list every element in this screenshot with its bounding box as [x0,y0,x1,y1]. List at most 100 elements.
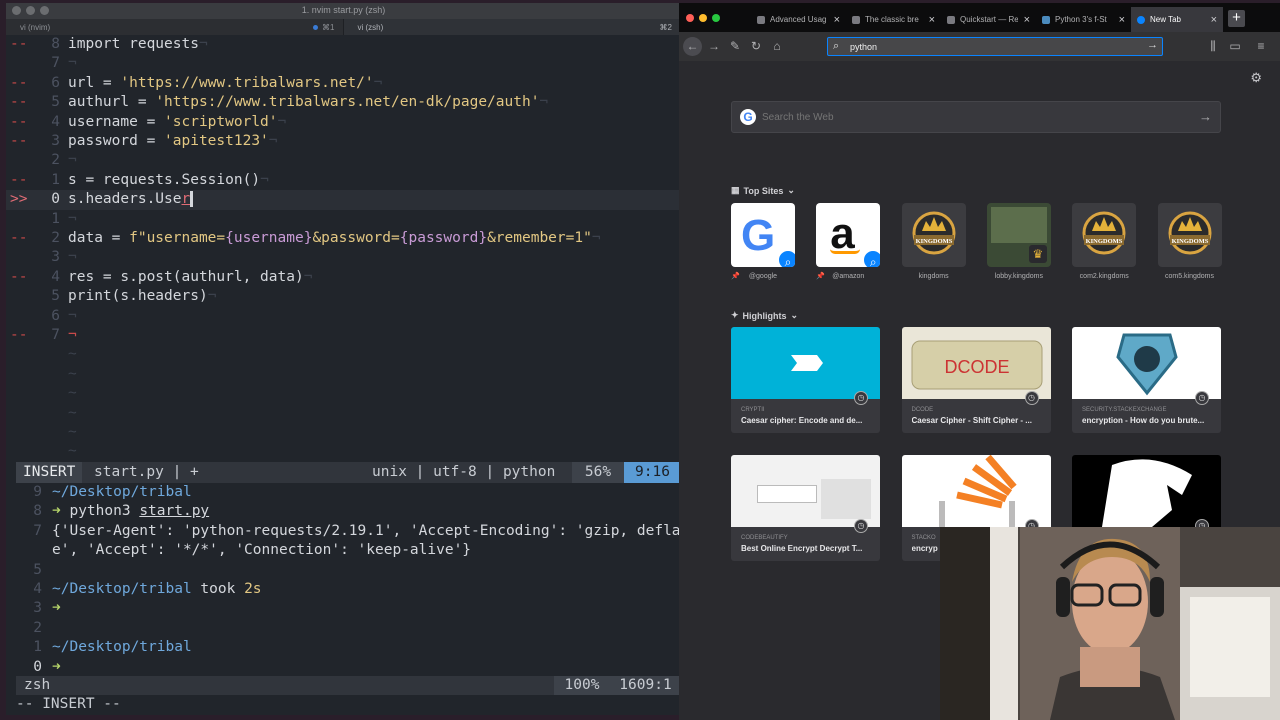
highlight-card[interactable]: ◷ CRYPTII Caesar cipher: Encode and de... [731,327,880,433]
editor-line[interactable]: ~ [6,345,681,364]
close-window-button[interactable] [686,14,694,22]
shell-text: ~/Desktop/tribal [52,639,192,656]
minimize-window-button[interactable] [699,14,707,22]
browser-tab-active[interactable]: New Tab × [1131,7,1223,32]
address-bar[interactable]: ⌕ → [827,37,1163,56]
hamburger-menu-icon[interactable]: ≡ [1253,38,1269,54]
firefox-favicon-icon [1137,15,1145,24]
close-tab-icon[interactable]: × [834,14,840,26]
site-thumbnail: G ⌕ [731,203,795,267]
top-site-label: com5.kingdoms [1164,273,1215,280]
browser-tab[interactable]: Quickstart — Re × [941,7,1036,32]
editor-line[interactable]: -- 2 data = f"username={username}&password… [6,229,681,248]
close-tab-icon[interactable]: × [1211,14,1217,26]
line-number: 6 [51,307,60,324]
code-text: res = s.post(authurl, data)¬ [68,268,313,285]
arrow-logo-icon [791,355,823,371]
browser-tab[interactable]: Python 3's f-St × [1036,7,1131,32]
zoom-window-button[interactable] [712,14,720,22]
top-site-tile[interactable]: KINGDOMS com5.kingdoms [1157,203,1222,280]
code-text: password = 'apitest123'¬ [68,133,278,149]
editor-line[interactable]: ~ [6,423,681,442]
editor-line[interactable]: 5 print(s.headers)¬ [6,287,681,306]
top-site-tile[interactable]: G ⌕ @google 📌 [731,203,795,280]
clock-icon: ◷ [1195,391,1209,405]
browser-tab[interactable]: The classic bre × [846,7,941,32]
editor-line[interactable]: -- 8 import requests¬ [6,35,681,54]
close-tab-icon[interactable]: × [929,14,935,26]
shell-line: 2 [6,619,681,638]
editor-line[interactable]: ~ [6,404,681,423]
terminal-window: 1. nvim start.py (zsh) vi (nvim) ⌘1 vi (… [6,3,681,715]
library-icon[interactable]: ⫼ [1205,38,1221,54]
web-search-box[interactable]: G → [731,101,1221,133]
page-favicon-icon [947,15,955,24]
highlight-title: Best Online Encrypt Decrypt T... [741,544,863,553]
close-tab-icon[interactable]: × [1119,14,1125,26]
grid-icon: ▦ [731,185,740,195]
sidebar-icon[interactable]: ▭ [1227,38,1243,54]
highlight-card[interactable]: ◷ CODEBEAUTIFY Best Online Encrypt Decrypt… [731,455,880,561]
editor-line[interactable]: -- 7 ¬ [6,326,681,345]
search-go-arrow-icon[interactable]: → [1199,109,1212,124]
svg-text:KINGDOMS: KINGDOMS [915,238,952,245]
gear-icon[interactable]: ⚙ [1250,70,1262,86]
address-input[interactable] [850,40,1130,53]
terminal-tab-zsh[interactable]: vi (zsh) ⌘2 [343,19,681,35]
new-tab-button[interactable]: + [1228,10,1245,27]
vim-editor-buffer[interactable]: -- 8 import requests¬ 7 ¬ -- 6 url = 'https://w… [6,35,681,460]
wrench-icon[interactable]: ✎ [727,38,743,54]
forward-arrow-icon[interactable]: → [706,38,722,54]
go-arrow-icon[interactable]: → [1147,39,1158,51]
vim-command-line: -- INSERT -- [16,696,121,712]
editor-line[interactable]: -- 6 url = 'https://www.tribalwars.net/'¬ [6,74,681,93]
shell-line: 1 ~/Desktop/tribal [6,638,681,657]
home-icon[interactable]: ⌂ [769,38,785,54]
editor-line[interactable]: 2 ¬ [6,151,681,170]
code-text: ~ [68,443,77,460]
terminal-tab-nvim[interactable]: vi (nvim) ⌘1 [6,19,344,35]
terminal-tabs: vi (nvim) ⌘1 vi (zsh) ⌘2 [6,19,681,35]
line-number: 3 [33,600,42,617]
top-site-tile[interactable]: ♛ lobby.kingdoms [986,203,1051,280]
editor-line[interactable]: -- 1 s = requests.Session()¬ [6,171,681,190]
stackexchange-thumbnail [1072,327,1221,399]
editor-line[interactable]: -- 5 authurl = 'https://www.tribalwars.net… [6,93,681,112]
browser-tab[interactable]: Advanced Usag × [751,7,846,32]
search-badge-icon: ⌕ [862,249,881,267]
editor-line[interactable]: ~ [6,384,681,403]
code-text: username = 'scriptworld'¬ [68,113,287,130]
editor-line[interactable]: 6 ¬ [6,307,681,326]
reload-icon[interactable]: ↻ [748,38,764,54]
code-text: ¬ [68,307,77,324]
web-search-input[interactable] [762,110,1162,124]
close-tab-icon[interactable]: × [1024,14,1030,26]
editor-line[interactable]: -- 3 password = 'apitest123'¬ [6,132,681,151]
editor-line[interactable]: 1 ¬ [6,210,681,229]
dark-thumbnail [1072,455,1221,527]
highlight-card[interactable]: DCODE ◷ DCODE Caesar Cipher - Shift Cipher … [901,327,1051,433]
kingdoms-crest-icon: KINGDOMS [1168,211,1211,255]
editor-line[interactable]: 7 ¬ [6,54,681,73]
git-sign: -- [10,94,28,111]
crown-icon: ♛ [1028,245,1047,263]
top-sites-header[interactable]: ▦ Top Sites ⌄ [731,185,795,196]
kingdoms-crest-icon: KINGDOMS [1082,211,1126,255]
top-site-tile[interactable]: KINGDOMS com2.kingdoms [1072,203,1137,280]
top-site-tile[interactable]: a ⌕ @amazon 📌 [816,203,881,280]
editor-line[interactable]: ~ [6,365,681,384]
browser-tabbar: Advanced Usag × The classic bre × Quicks… [679,3,1280,32]
highlight-card[interactable]: ◷ SECURITY.STACKEXCHANGE encryption - How … [1072,327,1221,433]
editor-line[interactable]: >> 0 s.headers.User [6,190,681,210]
editor-line[interactable]: -- 4 res = s.post(authurl, data)¬ [6,268,681,287]
back-arrow-icon[interactable]: ← [683,37,702,56]
editor-line[interactable]: ~ [6,442,681,461]
highlights-header[interactable]: ✦ Highlights ⌄ [731,310,798,321]
editor-line[interactable]: 3 ¬ [6,248,681,267]
site-thumbnail: KINGDOMS [1072,203,1137,267]
top-site-tile[interactable]: KINGDOMS kingdoms [901,203,966,280]
editor-line[interactable]: -- 4 username = 'scriptworld'¬ [6,113,681,132]
shell-line: 8 ➜ python3 start.py [6,502,681,521]
highlight-host: CRYPTII [741,407,765,413]
shell-line: e', 'Accept': '*/*', 'Connection': 'keep… [6,541,681,560]
